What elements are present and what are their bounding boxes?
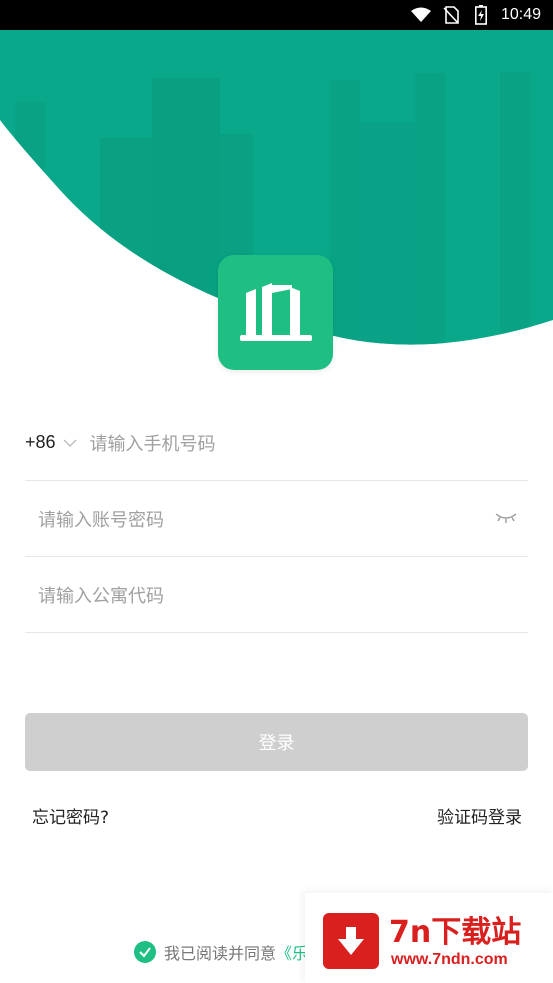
chevron-down-icon[interactable] bbox=[62, 435, 78, 451]
battery-icon bbox=[471, 5, 491, 25]
password-input[interactable]: 请输入账号密码 bbox=[38, 506, 164, 532]
agreement-text: 我已阅读并同意 bbox=[164, 944, 277, 963]
apartment-code-field[interactable]: 请输入公寓代码 bbox=[25, 557, 528, 633]
password-field[interactable]: 请输入账号密码 bbox=[25, 481, 528, 557]
watermark-url: www.7ndn.com bbox=[391, 951, 508, 968]
agreement-link[interactable]: 《乐 bbox=[276, 940, 308, 964]
app-logo bbox=[218, 255, 333, 370]
building-logo-icon bbox=[239, 282, 312, 341]
agreement-row: 我已阅读并同意 《乐 bbox=[134, 940, 308, 964]
status-bar: 10:49 bbox=[0, 0, 553, 30]
forgot-password-link[interactable]: 忘记密码? bbox=[32, 803, 109, 828]
country-code-select[interactable]: +86 bbox=[25, 432, 56, 453]
login-button[interactable]: 登录 bbox=[25, 713, 528, 771]
no-sim-icon bbox=[441, 5, 461, 25]
phone-input[interactable]: 请输入手机号码 bbox=[90, 430, 216, 456]
check-icon bbox=[139, 947, 151, 958]
download-icon bbox=[323, 913, 379, 969]
sms-login-link[interactable]: 验证码登录 bbox=[437, 803, 522, 828]
watermark-title: 7n下载站 bbox=[389, 915, 522, 950]
login-button-label: 登录 bbox=[258, 733, 295, 754]
agreement-checkbox[interactable] bbox=[134, 941, 156, 963]
eye-closed-icon[interactable] bbox=[494, 509, 518, 525]
status-time: 10:49 bbox=[500, 6, 541, 23]
watermark-overlay: 7n下载站 www.7ndn.com bbox=[305, 893, 553, 983]
phone-field[interactable]: +86 请输入手机号码 bbox=[25, 405, 528, 481]
wifi-icon bbox=[410, 5, 431, 25]
apartment-code-input[interactable]: 请输入公寓代码 bbox=[38, 582, 164, 608]
